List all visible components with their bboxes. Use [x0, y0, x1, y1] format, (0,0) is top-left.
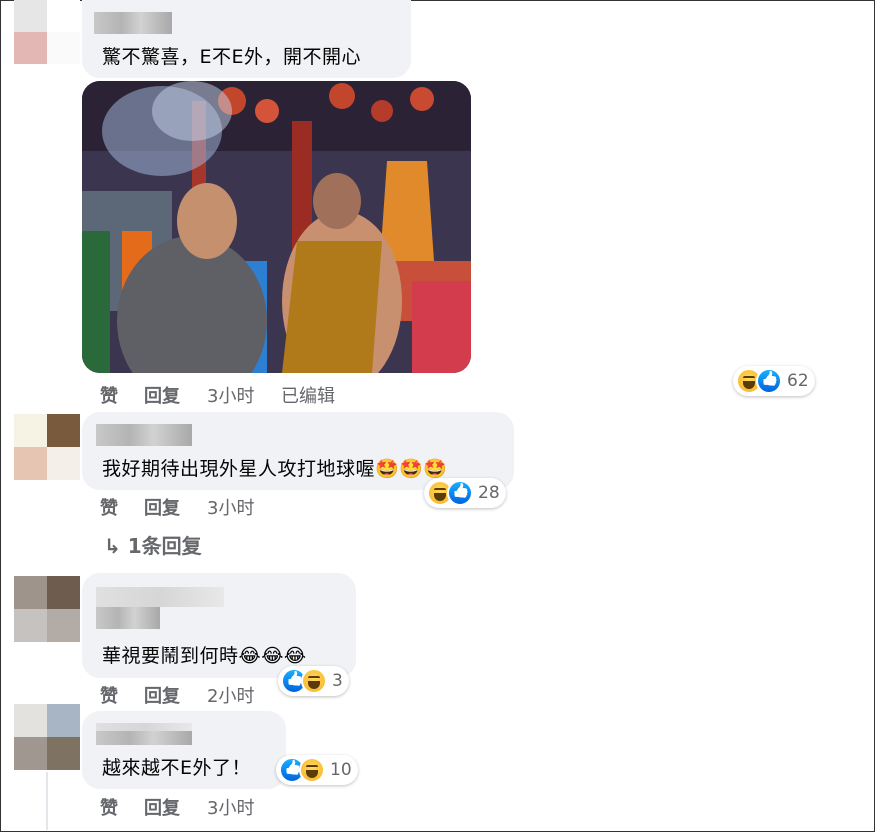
comment-text-body: 我好期待出現外星人攻打地球喔 [102, 458, 376, 480]
avatar[interactable] [14, 414, 80, 480]
like-action[interactable]: 赞 [100, 382, 118, 408]
reply-arrow-icon: ↳ [104, 534, 121, 558]
temple-photo-image [82, 81, 471, 373]
reply-action[interactable]: 回复 [144, 382, 180, 408]
haha-icon [299, 757, 325, 783]
comment-time[interactable]: 3小时 [207, 382, 254, 408]
edited-label: 已编辑 [281, 386, 335, 407]
avatar[interactable] [14, 0, 80, 64]
reaction-count: 62 [787, 371, 809, 391]
comment-bubble: 華視要鬧到何時😂😂😂 [82, 573, 356, 678]
commenter-name[interactable] [96, 424, 192, 446]
comment-time[interactable]: 3小时 [207, 794, 254, 820]
avatar[interactable] [14, 704, 80, 770]
comment-text: 華視要鬧到何時😂😂😂 [102, 641, 307, 668]
reaction-summary[interactable]: 3 [278, 666, 349, 696]
reaction-count: 3 [332, 671, 343, 691]
commenter-name[interactable] [94, 12, 172, 34]
like-icon [447, 480, 473, 506]
comment-text: 越來越不E外了！ [102, 757, 252, 779]
commenter-name[interactable] [96, 731, 192, 745]
comment-text: 驚不驚喜，E不E外，開不開心 [102, 46, 362, 68]
reply-action[interactable]: 回复 [144, 794, 180, 820]
reaction-count: 10 [330, 760, 352, 780]
like-action[interactable]: 赞 [100, 494, 118, 520]
reply-action[interactable]: 回复 [144, 494, 180, 520]
haha-icon [301, 668, 327, 694]
like-action[interactable]: 赞 [100, 682, 118, 708]
commenter-name-blur [96, 587, 224, 607]
star-struck-emoji: 🤩🤩🤩 [375, 458, 448, 480]
reaction-count: 28 [478, 483, 500, 503]
comment-time[interactable]: 2小时 [207, 682, 254, 708]
like-action[interactable]: 赞 [100, 794, 118, 820]
reaction-summary[interactable]: 28 [424, 478, 506, 508]
view-replies-link[interactable]: ↳ 1条回复 [104, 530, 202, 559]
comment-text-body: 華視要鬧到何時 [102, 645, 239, 667]
comment-photo[interactable] [82, 81, 471, 373]
comment-text: 我好期待出現外星人攻打地球喔🤩🤩🤩 [102, 454, 448, 481]
comment-bubble: 驚不驚喜，E不E外，開不開心 [82, 0, 411, 78]
like-icon [756, 368, 782, 394]
reaction-summary[interactable]: 62 [733, 366, 815, 396]
avatar[interactable] [14, 576, 80, 642]
thread-line [46, 772, 48, 830]
replies-count-label: 1条回复 [127, 534, 202, 558]
reaction-summary[interactable]: 10 [276, 755, 358, 785]
reply-action[interactable]: 回复 [144, 682, 180, 708]
tears-of-joy-emoji: 😂😂😂 [238, 645, 307, 667]
comment-time[interactable]: 3小时 [207, 494, 254, 520]
commenter-name[interactable] [96, 607, 160, 629]
comment-bubble: 越來越不E外了！ [82, 711, 286, 789]
